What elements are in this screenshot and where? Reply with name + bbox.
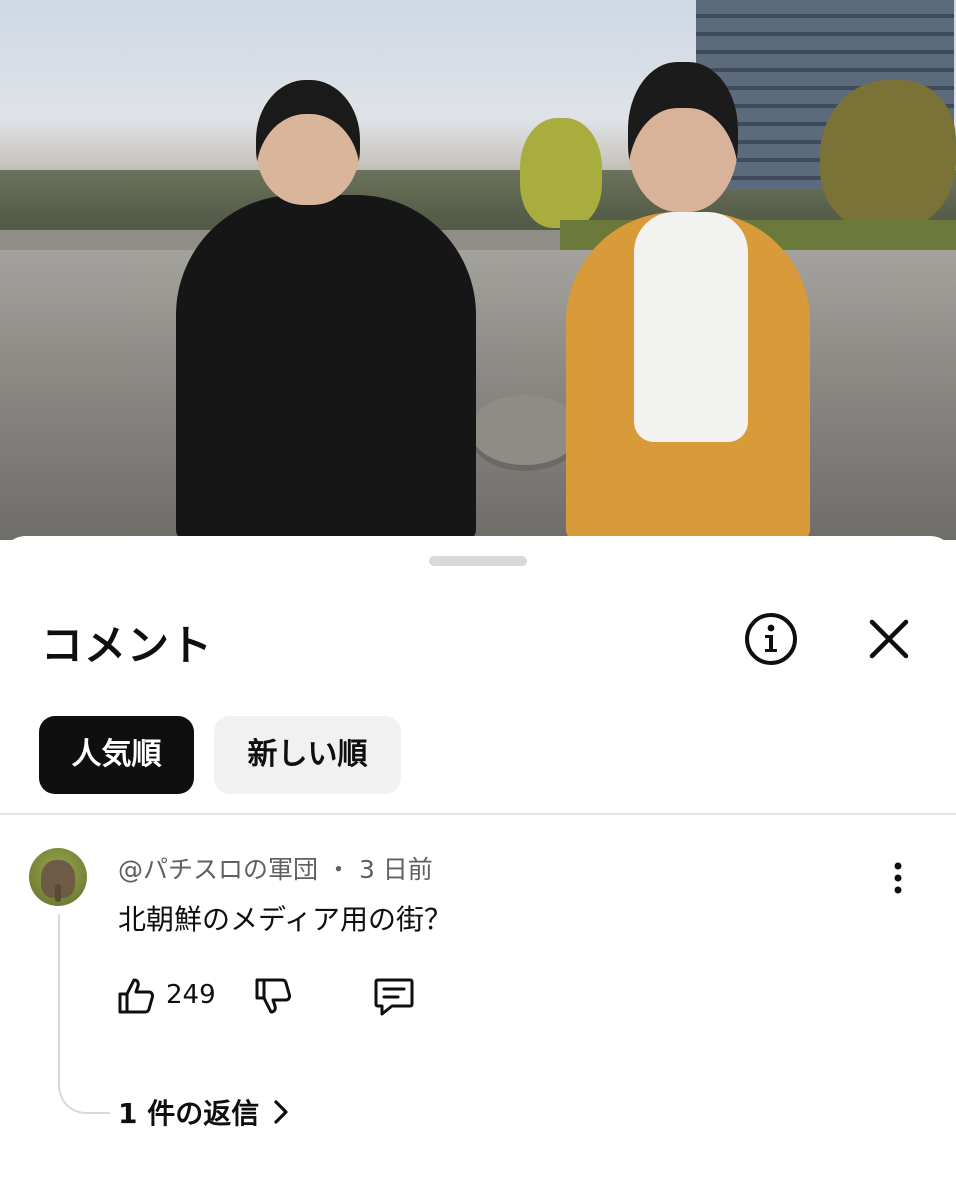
thread-line bbox=[58, 914, 110, 1114]
thumbs-down-icon[interactable] bbox=[253, 976, 293, 1016]
drag-handle[interactable] bbox=[429, 556, 527, 566]
reply-icon[interactable] bbox=[372, 976, 416, 1018]
video-background-tree bbox=[820, 80, 956, 230]
person-left bbox=[176, 195, 476, 540]
avatar[interactable] bbox=[29, 848, 87, 906]
sheet-title: コメント bbox=[41, 621, 214, 670]
video-player[interactable] bbox=[0, 0, 956, 540]
comments-sheet: コメント 人気順 新しい順 @パチスロの軍団 ・ 3 日前 北朝鮮のメディア用の… bbox=[0, 536, 956, 1200]
elephant-trunk bbox=[55, 884, 61, 902]
close-icon[interactable] bbox=[866, 616, 912, 662]
person-left-head bbox=[256, 80, 360, 205]
info-icon[interactable] bbox=[744, 612, 798, 666]
person-right-head bbox=[628, 62, 738, 212]
sort-chip-newest[interactable]: 新しい順 bbox=[214, 716, 401, 794]
more-options-icon[interactable] bbox=[884, 858, 912, 898]
comment-author[interactable]: @パチスロの軍団 bbox=[118, 855, 318, 884]
video-stone-pad bbox=[470, 395, 580, 465]
video-background-ginkgo bbox=[520, 118, 602, 228]
video-ground bbox=[0, 250, 956, 540]
divider bbox=[0, 813, 956, 815]
sort-chip-top[interactable]: 人気順 bbox=[39, 716, 194, 794]
comment-meta: @パチスロの軍団 ・ 3 日前 bbox=[118, 850, 433, 886]
chevron-right-icon bbox=[273, 1099, 289, 1125]
comment-text: 北朝鮮のメディア用の街？ bbox=[118, 903, 453, 936]
person-right-shirt bbox=[634, 212, 748, 442]
comment-time: 3 日前 bbox=[358, 855, 433, 884]
meta-separator: ・ bbox=[325, 855, 351, 884]
like-count: 249 bbox=[166, 980, 216, 1010]
replies-label: 1 件の返信 bbox=[118, 1097, 260, 1130]
thumbs-up-icon[interactable] bbox=[116, 976, 156, 1016]
view-replies-link[interactable]: 1 件の返信 bbox=[118, 1092, 289, 1132]
